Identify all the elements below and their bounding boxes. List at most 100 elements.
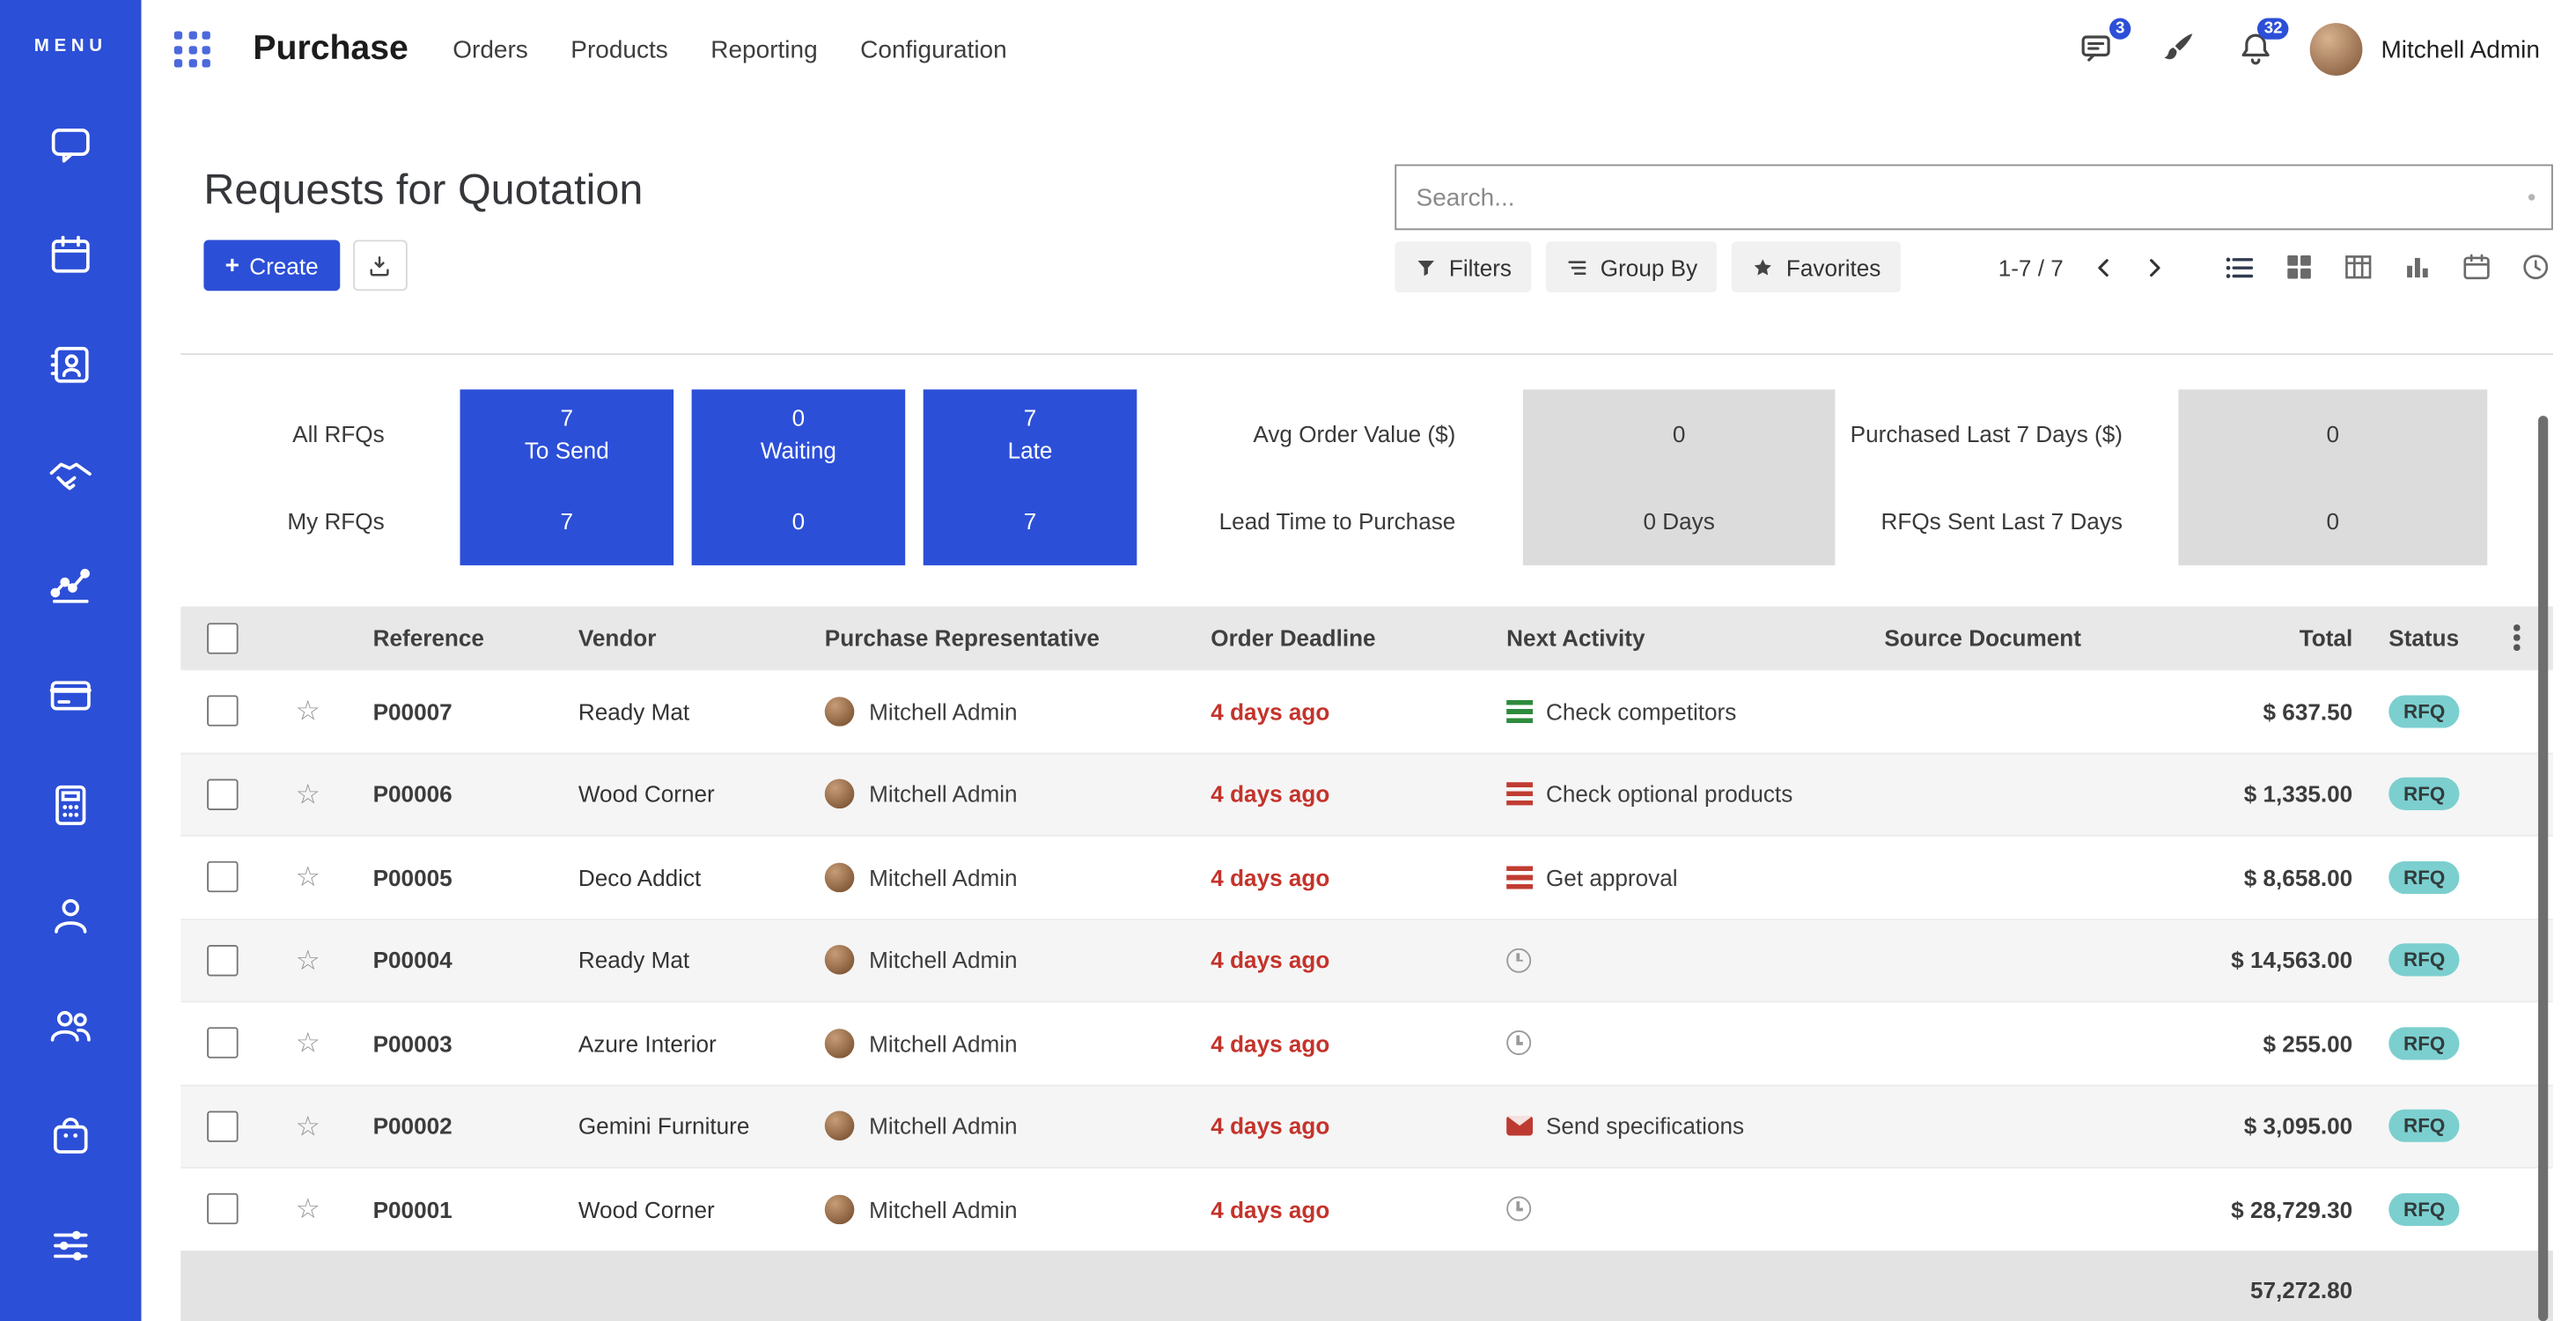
next-activity-cell[interactable] bbox=[1487, 1197, 1865, 1221]
bag-icon[interactable] bbox=[46, 1112, 95, 1158]
menu-products[interactable]: Products bbox=[549, 35, 689, 63]
favorite-star-icon[interactable]: ☆ bbox=[296, 697, 320, 726]
favorites-button[interactable]: Favorites bbox=[1732, 241, 1900, 292]
vendor-cell: Wood Corner bbox=[558, 781, 805, 808]
view-graph-button[interactable] bbox=[2398, 249, 2434, 285]
view-kanban-button[interactable] bbox=[2280, 249, 2316, 285]
row-checkbox[interactable] bbox=[206, 945, 237, 976]
next-activity-cell[interactable]: Check optional products bbox=[1487, 781, 1865, 808]
table-row[interactable]: ☆ P00004 Ready Mat Mitchell Admin 4 days… bbox=[180, 918, 2553, 1000]
brush-icon[interactable] bbox=[2143, 15, 2212, 84]
calculator-icon[interactable] bbox=[46, 782, 95, 828]
table-row[interactable]: ☆ P00003 Azure Interior Mitchell Admin 4… bbox=[180, 1000, 2553, 1083]
row-checkbox[interactable] bbox=[206, 1111, 237, 1141]
tile-to-send[interactable]: 7To Send 7 bbox=[460, 389, 673, 565]
status-cell: RFQ bbox=[2366, 778, 2481, 810]
tile-waiting[interactable]: 0Waiting 0 bbox=[692, 389, 906, 565]
pager-prev-button[interactable] bbox=[2079, 242, 2129, 292]
user-icon[interactable] bbox=[46, 892, 95, 938]
contacts-icon[interactable] bbox=[46, 342, 95, 387]
download-icon bbox=[367, 252, 394, 278]
favorite-star-icon[interactable]: ☆ bbox=[296, 1195, 320, 1223]
all-rfqs-label[interactable]: All RFQs bbox=[180, 389, 384, 477]
group-by-icon bbox=[1566, 255, 1589, 278]
favorite-star-icon[interactable]: ☆ bbox=[296, 1112, 320, 1140]
favorite-star-icon[interactable]: ☆ bbox=[296, 780, 320, 808]
handshake-icon[interactable] bbox=[46, 452, 95, 498]
next-activity-cell[interactable] bbox=[1487, 1030, 1865, 1055]
create-button[interactable]: +Create bbox=[203, 240, 340, 291]
rfq-rows: ☆ P00007 Ready Mat Mitchell Admin 4 days… bbox=[180, 668, 2553, 1250]
user-avatar[interactable] bbox=[2310, 23, 2363, 76]
search-input[interactable] bbox=[1413, 181, 2528, 212]
col-next-activity[interactable]: Next Activity bbox=[1487, 624, 1865, 651]
pager-next-button[interactable] bbox=[2129, 242, 2178, 292]
table-row[interactable]: ☆ P00005 Deco Addict Mitchell Admin 4 da… bbox=[180, 835, 2553, 918]
col-order-deadline[interactable]: Order Deadline bbox=[1191, 624, 1487, 651]
menu-reporting[interactable]: Reporting bbox=[689, 35, 839, 63]
messages-icon[interactable]: 3 bbox=[2064, 15, 2132, 84]
favorite-star-icon[interactable]: ☆ bbox=[296, 946, 320, 974]
col-total[interactable]: Total bbox=[2103, 624, 2366, 651]
favorite-star-icon[interactable]: ☆ bbox=[296, 863, 320, 891]
next-activity-cell[interactable]: Send specifications bbox=[1487, 1113, 1865, 1140]
app-title[interactable]: Purchase bbox=[253, 30, 408, 70]
total-cell: $ 637.50 bbox=[2103, 698, 2366, 725]
status-cell: RFQ bbox=[2366, 1027, 2481, 1059]
group-by-button[interactable]: Group By bbox=[1546, 241, 1717, 292]
col-vendor[interactable]: Vendor bbox=[558, 624, 805, 651]
clock-icon bbox=[1506, 1197, 1531, 1221]
chevron-right-icon bbox=[2139, 252, 2169, 282]
calendar-view-icon bbox=[2460, 252, 2491, 283]
search-options-dot-icon[interactable] bbox=[2528, 194, 2535, 200]
table-row[interactable]: ☆ P00006 Wood Corner Mitchell Admin 4 da… bbox=[180, 752, 2553, 835]
col-reference[interactable]: Reference bbox=[353, 624, 558, 651]
divider bbox=[180, 353, 2553, 355]
view-pivot-button[interactable] bbox=[2339, 249, 2375, 285]
select-all-checkbox[interactable] bbox=[206, 622, 237, 653]
export-button[interactable] bbox=[353, 240, 408, 291]
row-checkbox[interactable] bbox=[206, 696, 237, 727]
rep-avatar bbox=[825, 945, 855, 975]
my-rfqs-label[interactable]: My RFQs bbox=[180, 477, 384, 565]
next-activity-cell[interactable] bbox=[1487, 948, 1865, 972]
total-cell: $ 8,658.00 bbox=[2103, 864, 2366, 890]
col-source-document[interactable]: Source Document bbox=[1865, 624, 2103, 651]
notifications-bell-icon[interactable]: 32 bbox=[2221, 15, 2290, 84]
representative-cell: Mitchell Admin bbox=[805, 1194, 1191, 1224]
chart-icon[interactable] bbox=[46, 562, 95, 608]
sliders-icon[interactable] bbox=[46, 1222, 95, 1268]
view-calendar-button[interactable] bbox=[2458, 249, 2494, 285]
row-checkbox[interactable] bbox=[206, 861, 237, 892]
table-row[interactable]: ☆ P00001 Wood Corner Mitchell Admin 4 da… bbox=[180, 1167, 2553, 1250]
row-checkbox[interactable] bbox=[206, 1193, 237, 1224]
col-purchase-representative[interactable]: Purchase Representative bbox=[805, 624, 1191, 651]
favorite-star-icon[interactable]: ☆ bbox=[296, 1029, 320, 1058]
menu-orders[interactable]: Orders bbox=[431, 35, 549, 63]
next-activity-cell[interactable]: Check competitors bbox=[1487, 698, 1865, 725]
next-activity-cell[interactable]: Get approval bbox=[1487, 864, 1865, 890]
row-checkbox[interactable] bbox=[206, 779, 237, 809]
tile-late[interactable]: 7Late 7 bbox=[924, 389, 1137, 565]
apps-grid-icon[interactable] bbox=[174, 31, 210, 67]
card-icon[interactable] bbox=[46, 672, 95, 718]
users-icon[interactable] bbox=[46, 1002, 95, 1048]
rep-avatar bbox=[825, 1111, 855, 1141]
view-activity-button[interactable] bbox=[2517, 249, 2553, 285]
user-name[interactable]: Mitchell Admin bbox=[2381, 35, 2539, 63]
main-area: Purchase Orders Products Reporting Confi… bbox=[141, 0, 2576, 1321]
reference-cell: P00006 bbox=[353, 781, 558, 808]
menu-configuration[interactable]: Configuration bbox=[839, 35, 1028, 63]
col-status[interactable]: Status bbox=[2366, 624, 2481, 651]
calendar-icon[interactable] bbox=[46, 232, 95, 277]
discuss-icon[interactable] bbox=[46, 122, 95, 167]
vertical-scrollbar[interactable] bbox=[2538, 416, 2548, 1321]
table-row[interactable]: ☆ P00002 Gemini Furniture Mitchell Admin… bbox=[180, 1084, 2553, 1167]
filters-button[interactable]: Filters bbox=[1395, 241, 1531, 292]
table-row[interactable]: ☆ P00007 Ready Mat Mitchell Admin 4 days… bbox=[180, 668, 2553, 751]
view-list-button[interactable] bbox=[2221, 249, 2257, 285]
row-checkbox[interactable] bbox=[206, 1028, 237, 1059]
optional-columns-icon[interactable] bbox=[2507, 618, 2526, 657]
list-red-icon bbox=[1506, 783, 1533, 806]
representative-cell: Mitchell Admin bbox=[805, 1111, 1191, 1141]
